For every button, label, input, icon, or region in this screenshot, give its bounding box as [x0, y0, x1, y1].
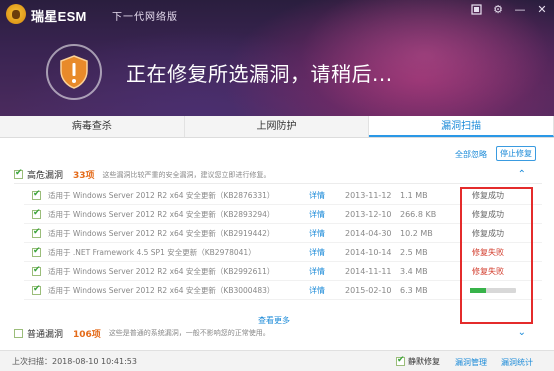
normal-section-header[interactable]: 普通漏洞 106项 这些是普通的系统漏洞，一般不影响您的正常使用。 ⌄	[14, 324, 542, 342]
detail-link[interactable]: 详情	[309, 285, 325, 296]
release-date: 2014-04-30	[345, 228, 392, 238]
app-title: 瑞星ESM	[31, 9, 87, 24]
detail-link[interactable]: 详情	[309, 209, 325, 220]
release-date: 2015-02-10	[345, 285, 392, 295]
release-date: 2013-12-10	[345, 209, 392, 219]
release-date: 2014-10-14	[345, 247, 392, 257]
expand-chevron-down-icon[interactable]: ⌄	[518, 327, 526, 338]
patch-size: 1.1 MB	[400, 190, 428, 200]
detail-link[interactable]: 详情	[309, 228, 325, 239]
last-scan-time: 上次扫描：2018-08-10 10:41:53	[12, 356, 137, 366]
high-risk-section-header[interactable]: 高危漏洞 33项 这些漏洞比较严重的安全漏洞，建议您立即进行修复。 ⌃	[14, 166, 542, 184]
vuln-stats-link[interactable]: 漏洞统计	[501, 357, 533, 368]
normal-description: 这些是普通的系统漏洞，一般不影响您的正常使用。	[108, 329, 270, 337]
vulnerability-checkbox[interactable]	[32, 208, 41, 219]
high-risk-title: 高危漏洞	[27, 171, 64, 181]
tab-virus-scan[interactable]: 病毒查杀	[0, 116, 185, 137]
vulnerability-name: 适用于 Windows Server 2012 R2 x64 安全更新（KB28…	[48, 190, 275, 200]
high-risk-checkbox[interactable]	[14, 168, 23, 179]
tab-vulnerability-scan[interactable]: 漏洞扫描	[369, 116, 554, 137]
patch-size: 10.2 MB	[400, 228, 433, 238]
settings-gear-icon[interactable]: ⚙	[492, 4, 504, 16]
silent-repair-toggle[interactable]: 静默修复	[396, 355, 440, 367]
vulnerability-name: 适用于 Windows Server 2012 R2 x64 安全更新（KB29…	[48, 266, 275, 276]
repair-status-message: 正在修复所选漏洞，请稍后...	[126, 62, 393, 86]
detail-link[interactable]: 详情	[309, 190, 325, 201]
patch-size: 2.5 MB	[400, 247, 428, 257]
high-risk-count: 33项	[73, 171, 95, 181]
detail-link[interactable]: 详情	[309, 247, 325, 258]
release-date: 2013-11-12	[345, 190, 392, 200]
action-toolbar: 全部忽略 停止修复	[0, 144, 554, 164]
vulnerability-name: 适用于 .NET Framework 4.5 SP1 安全更新（KB297804…	[48, 247, 256, 257]
normal-count: 106项	[73, 329, 101, 340]
normal-checkbox[interactable]	[14, 328, 23, 338]
skin-icon[interactable]	[470, 4, 482, 16]
vulnerability-checkbox[interactable]	[32, 284, 41, 295]
app-slogan: 下一代网络版	[112, 12, 178, 23]
patch-size: 6.3 MB	[400, 285, 428, 295]
silent-repair-label: 静默修复	[408, 357, 440, 366]
window-controls: ⚙ — ✕	[470, 4, 548, 16]
vulnerability-checkbox[interactable]	[32, 265, 41, 276]
high-risk-description: 这些漏洞比较严重的安全漏洞，建议您立即进行修复。	[102, 170, 271, 179]
vulnerability-checkbox[interactable]	[32, 189, 41, 200]
vulnerability-name: 适用于 Windows Server 2012 R2 x64 安全更新（KB30…	[48, 285, 275, 295]
detail-link[interactable]: 详情	[309, 266, 325, 277]
vulnerability-checkbox[interactable]	[32, 227, 41, 238]
close-icon[interactable]: ✕	[536, 4, 548, 16]
status-footer: 上次扫描：2018-08-10 10:41:53 静默修复 漏洞管理 漏洞统计	[0, 350, 554, 371]
silent-repair-checkbox[interactable]	[396, 355, 405, 366]
minimize-icon[interactable]: —	[514, 4, 526, 16]
patch-size: 266.8 KB	[400, 209, 437, 219]
warning-shield-icon	[60, 55, 88, 89]
vulnerability-name: 适用于 Windows Server 2012 R2 x64 安全更新（KB29…	[48, 228, 275, 238]
lion-logo-icon	[6, 4, 26, 24]
status-highlight-box	[460, 187, 533, 324]
vulnerability-checkbox[interactable]	[32, 246, 41, 257]
vulnerability-name: 适用于 Windows Server 2012 R2 x64 安全更新（KB28…	[48, 209, 275, 219]
collapse-chevron-up-icon[interactable]: ⌃	[518, 169, 526, 180]
header-banner: 瑞星ESM 下一代网络版 ⚙ — ✕ 正在修复所选漏洞，请稍后...	[0, 0, 554, 116]
normal-title: 普通漏洞	[27, 329, 64, 340]
stop-repair-button[interactable]: 停止修复	[496, 146, 536, 161]
tab-web-protection[interactable]: 上网防护	[185, 116, 370, 137]
patch-size: 3.4 MB	[400, 266, 428, 276]
main-tabs: 病毒查杀 上网防护 漏洞扫描	[0, 116, 554, 138]
release-date: 2014-11-11	[345, 266, 392, 276]
ignore-all-link[interactable]: 全部忽略	[455, 149, 487, 160]
vuln-manage-link[interactable]: 漏洞管理	[455, 357, 487, 368]
